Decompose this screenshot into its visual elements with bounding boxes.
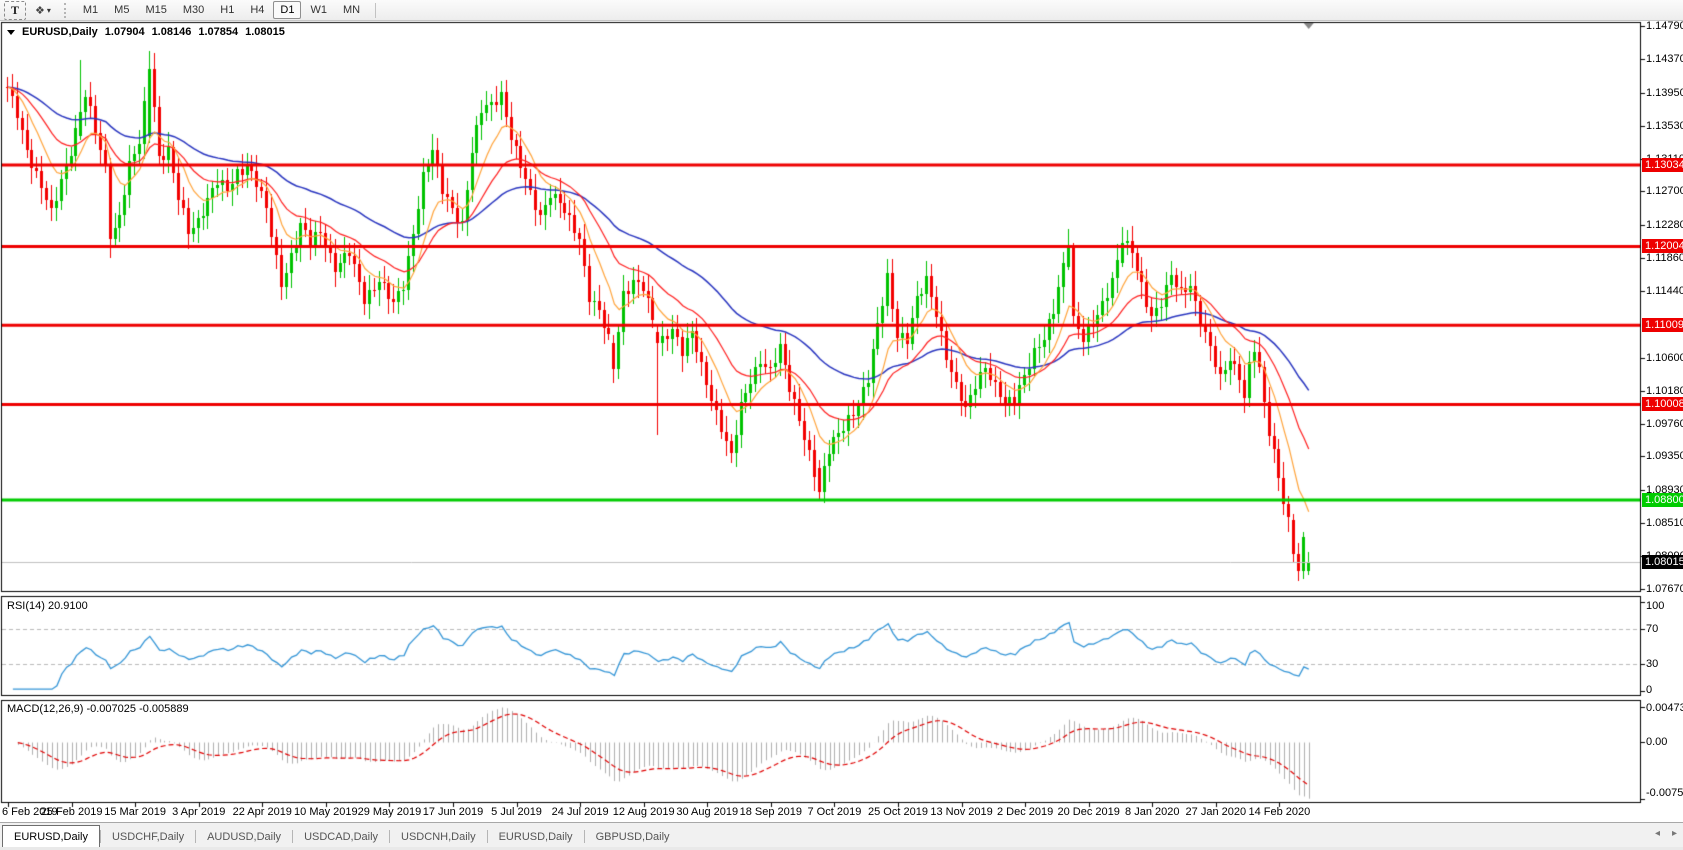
timeframe-button-group: M1M5M15M30H1H4D1W1MN <box>75 1 368 19</box>
timeframe-button-m30[interactable]: M30 <box>176 1 211 19</box>
date-label: 3 Apr 2019 <box>172 806 225 818</box>
tab-scroll-right-button[interactable]: ▸ <box>1672 828 1677 839</box>
timeframe-button-m1[interactable]: M1 <box>76 1 105 19</box>
toolbar-drag-handle[interactable] <box>64 3 69 18</box>
low-value: 1.07854 <box>198 26 238 38</box>
date-label: 17 Jun 2019 <box>423 806 484 818</box>
symbol-label: EURUSD,Daily <box>22 26 98 38</box>
chart-tab-0[interactable]: EURUSD,Daily <box>2 825 100 847</box>
objects-tool-button[interactable]: ❖ ▾ <box>28 1 58 20</box>
level-price-label: 1.12004 <box>1642 239 1683 253</box>
level-price-label: 1.11009 <box>1642 318 1683 332</box>
macd-indicator-label: MACD(12,26,9) -0.007025 -0.005889 <box>7 703 189 715</box>
price-tick-label: 1.07670 <box>1646 583 1683 595</box>
tab-scroll-left-button[interactable]: ◂ <box>1655 828 1660 839</box>
date-label: 2 Dec 2019 <box>997 806 1053 818</box>
date-label: 14 Feb 2020 <box>1249 806 1311 818</box>
date-label: 13 Nov 2019 <box>930 806 992 818</box>
price-tick-label: 1.13530 <box>1646 120 1683 132</box>
price-tick-label: 1.09350 <box>1646 450 1683 462</box>
price-tick-label: 1.11860 <box>1646 252 1683 264</box>
toolbar: T ❖ ▾ M1M5M15M30H1H4D1W1MN <box>0 0 1683 21</box>
high-value: 1.08146 <box>152 26 192 38</box>
price-axis[interactable]: 1.147901.143701.139501.135301.131101.127… <box>1641 22 1683 592</box>
date-label: 20 Dec 2019 <box>1057 806 1119 818</box>
rsi-axis[interactable]: 100 70 30 0 <box>1641 596 1683 696</box>
timeframe-button-m5[interactable]: M5 <box>107 1 136 19</box>
chart-tab-2[interactable]: AUDUSD,Daily <box>196 827 292 847</box>
price-tick-label: 1.10180 <box>1646 385 1683 397</box>
chart-tab-4[interactable]: USDCNH,Daily <box>390 827 487 847</box>
tab-row: EURUSD,DailyUSDCHF,DailyAUDUSD,DailyUSDC… <box>0 825 681 847</box>
date-label: 8 Jan 2020 <box>1125 806 1179 818</box>
chevron-down-icon: ▾ <box>47 6 51 15</box>
price-tick-label: 1.09760 <box>1646 418 1683 430</box>
price-tick-label: 1.14790 <box>1646 20 1683 32</box>
chart-tab-bar: EURUSD,DailyUSDCHF,DailyAUDUSD,DailyUSDC… <box>0 822 1683 847</box>
rsi-tick-label: 0 <box>1646 684 1652 696</box>
ohlc-header: EURUSD,Daily 1.07904 1.08146 1.07854 1.0… <box>7 26 285 38</box>
text-tool-button[interactable]: T <box>4 1 26 20</box>
date-label: 25 Oct 2019 <box>868 806 928 818</box>
date-label: 12 Aug 2019 <box>613 806 675 818</box>
macd-tick-label: 0.00 <box>1646 736 1667 748</box>
rsi-tick-label: 100 <box>1646 600 1664 612</box>
date-label: 27 Jan 2020 <box>1186 806 1247 818</box>
bid-price-label: 1.08015 <box>1642 555 1683 569</box>
chart-tab-5[interactable]: EURUSD,Daily <box>488 827 584 847</box>
time-axis[interactable]: 6 Feb 201925 Feb 201915 Mar 20193 Apr 20… <box>0 804 1641 821</box>
rsi-indicator-label: RSI(14) 20.9100 <box>7 600 88 612</box>
date-label: 10 May 2019 <box>294 806 358 818</box>
level-price-label: 1.08800 <box>1642 493 1683 507</box>
date-label: 22 Apr 2019 <box>233 806 292 818</box>
date-label: 25 Feb 2019 <box>41 806 103 818</box>
level-price-label: 1.10008 <box>1642 397 1683 411</box>
main-chart-canvas[interactable] <box>0 0 1683 850</box>
timeframe-button-h1[interactable]: H1 <box>213 1 241 19</box>
open-value: 1.07904 <box>105 26 145 38</box>
timeframe-button-h4[interactable]: H4 <box>243 1 271 19</box>
close-value: 1.08015 <box>245 26 285 38</box>
date-label: 5 Jul 2019 <box>491 806 542 818</box>
objects-icon: ❖ <box>35 4 45 17</box>
timeframe-button-m15[interactable]: M15 <box>138 1 173 19</box>
price-tick-label: 1.08510 <box>1646 517 1683 529</box>
price-tick-label: 1.14370 <box>1646 53 1683 65</box>
level-price-label: 1.13034 <box>1642 158 1683 172</box>
chart-tab-6[interactable]: GBPUSD,Daily <box>585 827 681 847</box>
price-tick-label: 1.10600 <box>1646 352 1683 364</box>
date-label: 29 May 2019 <box>358 806 422 818</box>
macd-tick-label: 0.004738 <box>1646 702 1683 714</box>
timeframe-button-d1[interactable]: D1 <box>273 1 301 19</box>
price-tick-label: 1.12700 <box>1646 185 1683 197</box>
toolbar-separator <box>375 3 376 18</box>
date-label: 7 Oct 2019 <box>807 806 861 818</box>
price-tick-label: 1.13950 <box>1646 87 1683 99</box>
date-label: 24 Jul 2019 <box>552 806 609 818</box>
collapse-ohlc-icon[interactable] <box>7 30 15 35</box>
macd-axis[interactable]: 0.004738 0.00 -0.007585 <box>1641 700 1683 803</box>
rsi-tick-label: 70 <box>1646 623 1658 635</box>
price-tick-label: 1.12280 <box>1646 219 1683 231</box>
price-tick-label: 1.11440 <box>1646 285 1683 297</box>
date-label: 15 Mar 2019 <box>104 806 166 818</box>
chart-tab-3[interactable]: USDCAD,Daily <box>293 827 389 847</box>
chart-tab-1[interactable]: USDCHF,Daily <box>101 827 195 847</box>
timeframe-button-mn[interactable]: MN <box>336 1 367 19</box>
date-label: 18 Sep 2019 <box>740 806 802 818</box>
mt4-window: T ❖ ▾ M1M5M15M30H1H4D1W1MN EURUSD,Daily … <box>0 0 1683 850</box>
timeframe-button-w1[interactable]: W1 <box>303 1 334 19</box>
macd-tick-label: -0.007585 <box>1646 787 1683 799</box>
date-label: 30 Aug 2019 <box>676 806 738 818</box>
rsi-tick-label: 30 <box>1646 658 1658 670</box>
